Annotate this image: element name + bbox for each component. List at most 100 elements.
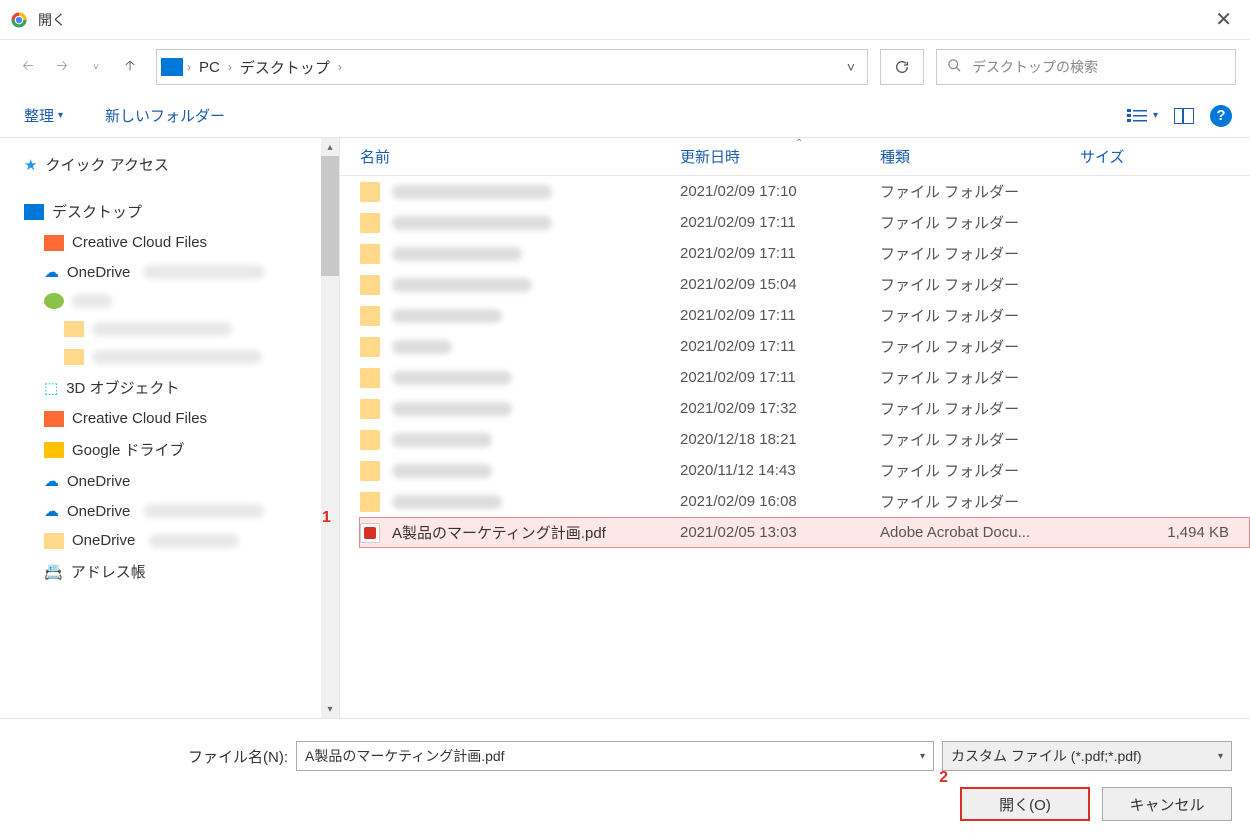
file-row[interactable]: 2021/02/09 17:11 ファイル フォルダー <box>360 207 1250 238</box>
col-name-header[interactable]: 名前 <box>360 146 680 167</box>
breadcrumb[interactable]: › PC › デスクトップ › ˅ <box>156 49 868 85</box>
file-type: ファイル フォルダー <box>880 212 1080 233</box>
filename-input[interactable]: A製品のマーケティング計画.pdf ▾ <box>296 741 934 771</box>
crumb-pc[interactable]: PC <box>191 59 228 76</box>
sidebar-item-3d-objects[interactable]: ⬚3D オブジェクト <box>14 371 339 404</box>
file-type: ファイル フォルダー <box>880 429 1080 450</box>
sidebar-item-onedrive4[interactable]: OneDrive <box>14 526 339 555</box>
chevron-right-icon: › <box>338 60 342 74</box>
main-area: ★クイック アクセス デスクトップ Creative Cloud Files ☁… <box>0 138 1250 718</box>
sidebar-item-onedrive[interactable]: ☁OneDrive <box>14 257 339 287</box>
up-button[interactable]: 🡡 <box>116 53 144 81</box>
toolbar: 整理▾ 新しいフォルダー ▾ ? <box>0 94 1250 138</box>
folder-icon <box>360 337 380 357</box>
folder-icon <box>44 235 64 251</box>
sidebar-scroll-thumb[interactable] <box>321 156 339 276</box>
view-button[interactable]: ▾ <box>1127 108 1158 124</box>
folder-icon <box>64 349 84 365</box>
recent-dropdown[interactable]: ˅ <box>82 53 110 81</box>
sidebar-item-gdrive[interactable]: Google ドライブ <box>14 433 339 466</box>
file-name-blurred <box>392 216 552 230</box>
file-row[interactable]: 2021/02/09 17:10 ファイル フォルダー <box>360 176 1250 207</box>
close-icon[interactable]: ✕ <box>1207 7 1240 32</box>
folder-icon <box>44 533 64 549</box>
forward-button[interactable]: 🡢 <box>48 53 76 81</box>
file-date: 2021/02/09 17:11 <box>680 338 880 355</box>
file-date: 2021/02/09 16:08 <box>680 493 880 510</box>
file-name-blurred <box>392 495 502 509</box>
sidebar-item-quick-access[interactable]: ★クイック アクセス <box>14 148 339 181</box>
file-date: 2021/02/09 15:04 <box>680 276 880 293</box>
col-date-header[interactable]: 更新日時 <box>680 146 880 167</box>
folder-icon <box>360 492 380 512</box>
folder-icon <box>44 411 64 427</box>
folder-icon <box>360 275 380 295</box>
sidebar-item-onedrive2[interactable]: ☁OneDrive <box>14 466 339 496</box>
col-type-header[interactable]: 種類 <box>880 146 1080 167</box>
folder-icon <box>360 461 380 481</box>
folder-icon <box>360 430 380 450</box>
file-list: ⌃ 名前 更新日時 種類 サイズ 2021/02/09 17:10 ファイル フ… <box>340 138 1250 718</box>
open-button[interactable]: 開く(O) <box>960 787 1090 821</box>
file-type: ファイル フォルダー <box>880 491 1080 512</box>
file-row[interactable]: 2020/12/18 18:21 ファイル フォルダー <box>360 424 1250 455</box>
scroll-down-icon[interactable]: ▾ <box>321 700 339 718</box>
list-view-icon <box>1127 108 1149 124</box>
onedrive-icon: ☁ <box>44 263 59 281</box>
file-row[interactable]: 2021/02/09 17:11 ファイル フォルダー <box>360 331 1250 362</box>
sidebar-item-desktop[interactable]: デスクトップ <box>14 195 339 228</box>
file-row[interactable]: 2020/11/12 14:43 ファイル フォルダー <box>360 455 1250 486</box>
file-row[interactable]: 2021/02/09 16:08 ファイル フォルダー <box>360 486 1250 517</box>
file-name-blurred <box>392 340 452 354</box>
callout-2: 2 <box>939 769 948 787</box>
file-row[interactable]: 2021/02/09 17:32 ファイル フォルダー <box>360 393 1250 424</box>
file-type: ファイル フォルダー <box>880 398 1080 419</box>
file-row[interactable]: 2021/02/09 17:11 ファイル フォルダー <box>360 362 1250 393</box>
col-size-header[interactable]: サイズ <box>1080 146 1250 167</box>
preview-pane-button[interactable] <box>1174 108 1194 124</box>
new-folder-button[interactable]: 新しいフォルダー <box>99 101 231 130</box>
file-date: 2021/02/09 17:11 <box>680 214 880 231</box>
file-row[interactable]: 2021/02/09 17:11 ファイル フォルダー <box>360 238 1250 269</box>
chevron-down-icon[interactable]: ▾ <box>920 751 925 762</box>
refresh-button[interactable] <box>880 49 924 85</box>
scroll-up-icon[interactable]: ▴ <box>321 138 339 156</box>
folder-icon <box>360 399 380 419</box>
file-date: 2021/02/09 17:11 <box>680 245 880 262</box>
file-date: 2020/11/12 14:43 <box>680 462 880 479</box>
search-input[interactable]: デスクトップの検索 <box>936 49 1236 85</box>
bottom-panel: ファイル名(N): A製品のマーケティング計画.pdf ▾ カスタム ファイル … <box>0 718 1250 839</box>
sidebar-item-address[interactable]: 📇アドレス帳 <box>14 555 339 588</box>
file-type: ファイル フォルダー <box>880 181 1080 202</box>
cancel-button[interactable]: キャンセル <box>1102 787 1232 821</box>
breadcrumb-dropdown[interactable]: ˅ <box>839 59 863 75</box>
file-row[interactable]: 2021/02/09 15:04 ファイル フォルダー <box>360 269 1250 300</box>
sidebar-item-user[interactable] <box>14 287 339 315</box>
file-name-blurred <box>392 247 522 261</box>
file-row[interactable]: 2021/02/09 17:11 ファイル フォルダー <box>360 300 1250 331</box>
organize-button[interactable]: 整理▾ <box>18 101 69 130</box>
file-type: ファイル フォルダー <box>880 274 1080 295</box>
file-row-selected[interactable]: A製品のマーケティング計画.pdf 2021/02/05 13:03 Adobe… <box>359 517 1250 548</box>
crumb-desktop[interactable]: デスクトップ <box>232 57 338 78</box>
file-type: ファイル フォルダー <box>880 460 1080 481</box>
filename-value: A製品のマーケティング計画.pdf <box>305 746 505 766</box>
chevron-down-icon[interactable]: ▾ <box>1218 751 1223 762</box>
file-name: A製品のマーケティング計画.pdf <box>392 522 606 543</box>
search-placeholder: デスクトップの検索 <box>972 57 1098 77</box>
cube-icon: ⬚ <box>44 379 58 397</box>
help-icon[interactable]: ? <box>1210 105 1232 127</box>
folder-icon <box>360 368 380 388</box>
file-type-filter[interactable]: カスタム ファイル (*.pdf;*.pdf) ▾ <box>942 741 1232 771</box>
sidebar-item-ccf[interactable]: Creative Cloud Files <box>14 228 339 257</box>
sidebar-item-ccf2[interactable]: Creative Cloud Files <box>14 404 339 433</box>
sidebar-item-onedrive3[interactable]: ☁OneDrive <box>14 496 339 526</box>
sidebar-item-folder[interactable] <box>14 343 339 371</box>
file-name-blurred <box>392 371 512 385</box>
file-date: 2021/02/09 17:32 <box>680 400 880 417</box>
file-name-blurred <box>392 185 552 199</box>
file-type: ファイル フォルダー <box>880 243 1080 264</box>
sidebar-item-folder[interactable] <box>14 315 339 343</box>
back-button[interactable]: 🡠 <box>14 53 42 81</box>
folder-icon <box>360 306 380 326</box>
